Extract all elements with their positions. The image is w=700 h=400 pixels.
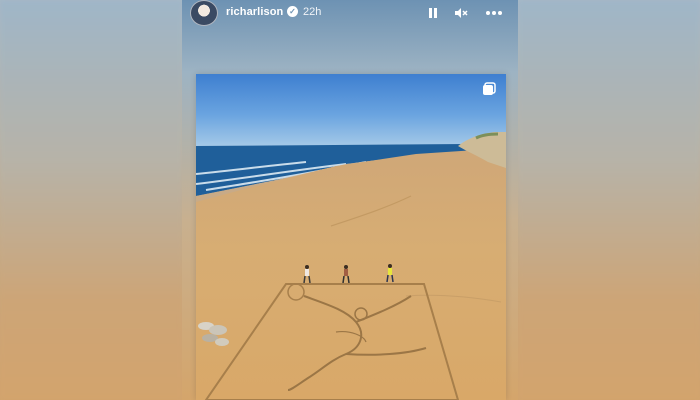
username[interactable]: richarlison xyxy=(226,6,283,18)
person-figure xyxy=(386,264,394,283)
story-viewer[interactable]: richarlison ✓ 22h xyxy=(182,0,518,400)
story-header: richarlison ✓ 22h xyxy=(182,0,518,26)
speaker-muted-icon xyxy=(455,8,468,18)
carousel-stack-icon xyxy=(483,82,496,95)
person-figure xyxy=(303,265,311,284)
sand-drawing xyxy=(204,283,460,400)
pause-icon xyxy=(429,8,437,18)
blurred-background-left xyxy=(0,0,182,400)
more-options-button[interactable] xyxy=(482,4,506,22)
post-time: 22h xyxy=(303,6,322,18)
verified-badge-icon: ✓ xyxy=(287,6,298,17)
mute-button[interactable] xyxy=(452,4,470,22)
avatar[interactable] xyxy=(190,0,218,26)
more-horizontal-icon xyxy=(486,11,502,15)
story-photo[interactable] xyxy=(196,74,506,400)
pause-button[interactable] xyxy=(424,4,442,22)
person-figure xyxy=(342,265,350,284)
rocks xyxy=(198,322,229,346)
cliff xyxy=(458,132,506,168)
blurred-background-right xyxy=(518,0,700,400)
